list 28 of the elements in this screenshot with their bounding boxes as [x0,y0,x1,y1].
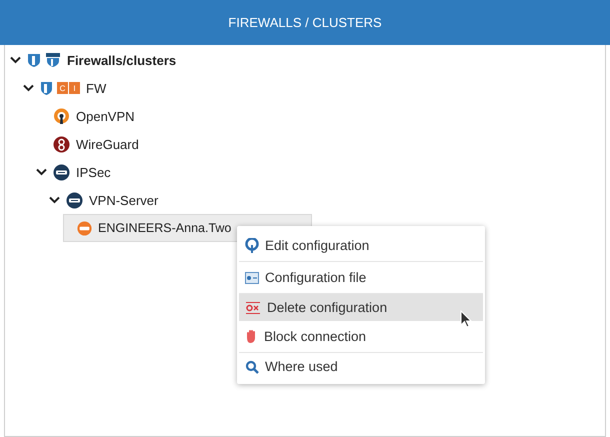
menu-item[interactable]: Where used [239,353,483,380]
menu-item[interactable]: Delete configuration [239,294,483,321]
keyhole-icon [53,108,70,124]
shield-icon [27,52,61,68]
keyhole-icon [245,238,259,254]
chevron-icon[interactable] [23,84,34,92]
tree-item[interactable]: C I FW [37,74,110,102]
delete-icon [245,302,261,314]
tree-item[interactable]: WireGuard [50,130,142,158]
tree-item[interactable]: VPN-Server [63,186,162,214]
chevron-icon[interactable] [10,56,21,64]
search-icon [245,360,259,374]
chevron-icon[interactable] [36,168,47,176]
shield-icon [40,80,53,96]
tree-item[interactable]: IPSec [50,158,114,186]
hand-icon [245,329,258,344]
badge-letter: I [69,82,80,94]
cursor-icon [460,310,472,328]
tunnel-icon [66,192,83,208]
file-icon [245,272,259,284]
menu-item[interactable]: Edit configuration [239,230,483,262]
badge-letter: C [57,82,68,94]
tunnel-icon [53,164,70,180]
tunnel-icon [77,220,92,236]
chevron-icon[interactable] [49,196,60,204]
tree-item[interactable]: Firewalls/clusters [24,46,180,74]
panel-header: FIREWALLS / CLUSTERS [0,0,610,45]
tree-item[interactable]: OpenVPN [50,102,138,130]
